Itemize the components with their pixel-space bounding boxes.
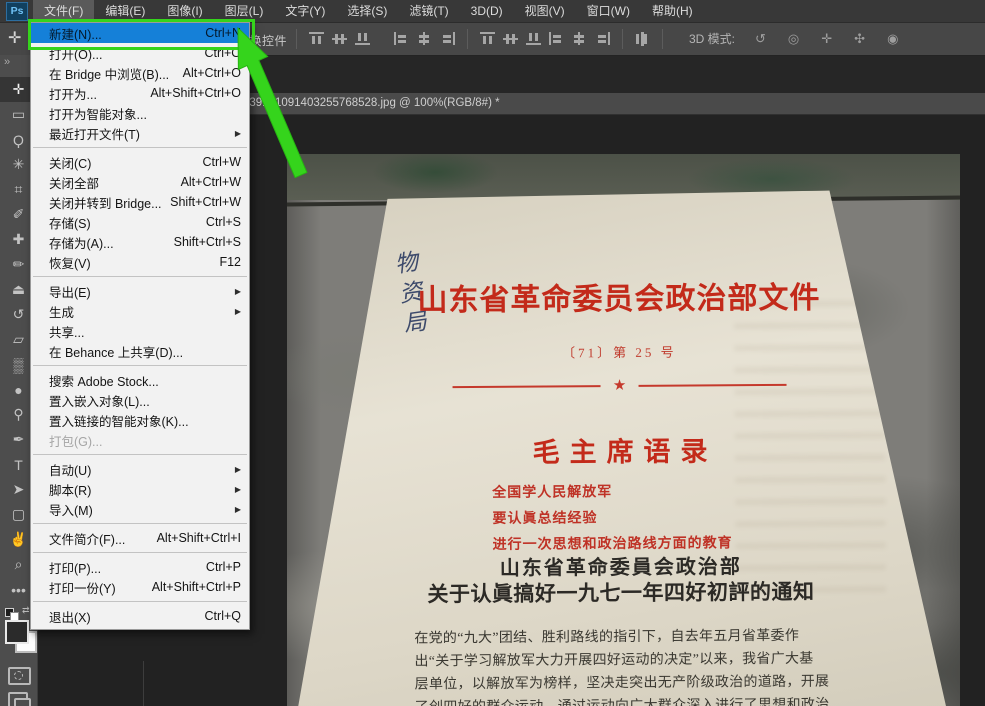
menu-separator[interactable]: ▶ — [33, 276, 247, 277]
options-separator — [296, 29, 297, 49]
document-title: 山东省革命委员会政治部文件 — [294, 272, 944, 321]
photo-image: 物资局 山东省革命委员会政治部文件 〔71〕第 25 号 ★ 毛主席语录 全国学… — [287, 154, 960, 706]
body-text-line: 在党的“九大”团结、胜利路线的指引下，自去年五月省革委作 — [414, 625, 818, 651]
menu-item-browse-in-bridge[interactable]: 在 Bridge 中浏览(B)... Alt+Ctrl+O ▶ — [31, 63, 249, 83]
3d-slide-icon[interactable]: ✣ — [854, 31, 865, 47]
menu-item-automate[interactable]: 自动(U) ▶ — [31, 459, 249, 479]
menu-item-close[interactable]: 关闭(C) Ctrl+W ▶ — [31, 152, 249, 172]
menu-item-open-as[interactable]: 打开为... Alt+Shift+Ctrl+O ▶ — [31, 83, 249, 103]
menu-item-close-and-go-to-bridge[interactable]: 关闭并转到 Bridge... Shift+Ctrl+W ▶ — [31, 192, 249, 212]
menu-separator[interactable]: ▶ — [33, 601, 247, 602]
menu-filter[interactable]: 滤镜(T) — [398, 0, 459, 22]
distribute-vertical-centers-icon[interactable] — [503, 32, 518, 45]
menu-item-share-on-behance[interactable]: 在 Behance 上共享(D)... ▶ — [31, 341, 249, 361]
align-right-edges-icon[interactable] — [440, 32, 455, 45]
swap-colors-icon[interactable]: ⇄ — [22, 605, 30, 616]
menu-item-revert[interactable]: 恢复(V) F12 ▶ — [31, 252, 249, 272]
menu-item-open-as-smart-object[interactable]: 打开为智能对象... ▶ — [31, 103, 249, 123]
3d-roll-icon[interactable]: ◎ — [788, 31, 799, 47]
3d-pan-icon[interactable]: ✛ — [821, 31, 832, 47]
menu-type[interactable]: 文字(Y) — [274, 0, 336, 22]
menu-3d[interactable]: 3D(D) — [460, 0, 514, 22]
align-top-edges-icon[interactable] — [309, 32, 324, 45]
menu-help[interactable]: 帮助(H) — [641, 0, 704, 22]
body-text-line: 了创四好的群众运动。通过运动向广大群众深入进行了思想和政治 — [415, 694, 819, 706]
photoshop-logo: Ps — [6, 2, 28, 21]
menu-item-place-linked[interactable]: 置入链接的智能对象(K)... ▶ — [31, 410, 249, 430]
body-text-line: 出“关于学习解放军大力开展四好运动的决定”以来，我省广大基 — [414, 648, 818, 674]
canvas-divider — [143, 661, 144, 706]
menu-item-search-adobe-stock[interactable]: 搜索 Adobe Stock... ▶ — [31, 370, 249, 390]
menu-view[interactable]: 视图(V) — [514, 0, 576, 22]
distribute-spacing-icon[interactable] — [635, 32, 650, 45]
menu-item-share[interactable]: 共享... ▶ — [31, 321, 249, 341]
file-menu-panel: 新建(N)... Ctrl+N ▶ 打开(O)... Ctrl+O ▶ 在 Br… — [30, 22, 250, 630]
menu-select[interactable]: 选择(S) — [336, 0, 398, 22]
menu-item-print-one-copy[interactable]: 打印一份(Y) Alt+Shift+Ctrl+P ▶ — [31, 577, 249, 597]
document-tab[interactable]: 339141091403255768528.jpg @ 100%(RGB/8#)… — [243, 97, 500, 109]
menu-item-import[interactable]: 导入(M) ▶ — [31, 499, 249, 519]
align-bottom-edges-icon[interactable] — [355, 32, 370, 45]
menu-item-package[interactable]: 打包(G)... ▶ — [31, 430, 249, 450]
body-text: 在党的“九大”团结、胜利路线的指引下，自去年五月省革委作出“关于学习解放军大力开… — [414, 625, 819, 706]
menu-separator[interactable]: ▶ — [33, 147, 247, 148]
quick-mask-mode-button[interactable] — [8, 667, 31, 685]
distribute-top-edges-icon[interactable] — [480, 32, 495, 45]
quote-heading: 毛主席语录 — [295, 428, 945, 472]
align-left-edges-icon[interactable] — [394, 32, 409, 45]
menu-item-place-embedded[interactable]: 置入嵌入对象(L)... ▶ — [31, 390, 249, 410]
3d-mode-label: 3D 模式: — [689, 30, 735, 47]
menu-item-print[interactable]: 打印(P)... Ctrl+P ▶ — [31, 557, 249, 577]
3d-rotate-icon[interactable]: ↺ — [755, 31, 766, 47]
menu-separator[interactable]: ▶ — [33, 454, 247, 455]
move-tool-options-icon: ✛ — [8, 28, 21, 48]
notice-headings: 山东省革命委員会政治部关于认眞搞好一九七一年四好初評的通知 — [296, 554, 946, 610]
foreground-color-swatch[interactable] — [5, 620, 29, 644]
default-colors-icon[interactable]: ⇄ — [5, 608, 31, 620]
screen-mode-button[interactable] — [8, 692, 28, 706]
menu-item-file-info[interactable]: 文件简介(F)... Alt+Shift+Ctrl+I ▶ — [31, 528, 249, 548]
menu-window[interactable]: 窗口(W) — [576, 0, 641, 22]
star-icon: ★ — [613, 376, 627, 395]
body-text-line: 层单位，以解放军为榜样，坚决走突出无产阶级政治的道路，开展 — [415, 671, 819, 697]
photoshop-window: Ps 文件(F) 编辑(E) 图像(I) 图层(L) — [0, 0, 985, 706]
options-separator — [467, 29, 468, 49]
quote-line: 全国学人民解放军 — [492, 479, 732, 507]
menu-item-open-recent[interactable]: 最近打开文件(T) ▶ — [31, 123, 249, 143]
menu-separator[interactable]: ▶ — [33, 365, 247, 366]
align-vertical-centers-icon[interactable] — [332, 32, 347, 45]
distribute-right-edges-icon[interactable] — [595, 32, 610, 45]
menu-item-save[interactable]: 存储(S) Ctrl+S ▶ — [31, 212, 249, 232]
menu-item-generate[interactable]: 生成 ▶ — [31, 301, 249, 321]
submenu-arrow-icon: ▶ — [235, 307, 241, 316]
submenu-arrow-icon: ▶ — [235, 129, 241, 138]
photo-concrete-step — [287, 154, 960, 200]
submenu-arrow-icon: ▶ — [235, 287, 241, 296]
menu-separator[interactable]: ▶ — [33, 552, 247, 553]
notice-heading-line: 关于认眞搞好一九七一年四好初評的通知 — [296, 578, 946, 610]
align-horizontal-centers-icon[interactable] — [417, 32, 432, 45]
menu-item-save-as[interactable]: 存储为(A)... Shift+Ctrl+S ▶ — [31, 232, 249, 252]
quote-lines: 全国学人民解放军要认眞总结经验进行一次思想和政治路线方面的教育 — [492, 479, 733, 559]
quote-line: 要认眞总结经验 — [492, 505, 732, 533]
distribute-bottom-edges-icon[interactable] — [526, 32, 541, 45]
menu-item-export[interactable]: 导出(E) ▶ — [31, 281, 249, 301]
distribute-horizontal-centers-icon[interactable] — [572, 32, 587, 45]
menu-item-scripts[interactable]: 脚本(R) ▶ — [31, 479, 249, 499]
menu-item-close-all[interactable]: 关闭全部 Alt+Ctrl+W ▶ — [31, 172, 249, 192]
menu-item-exit[interactable]: 退出(X) Ctrl+Q ▶ — [31, 606, 249, 626]
annotation-highlight-box — [28, 19, 255, 50]
distribute-left-edges-icon[interactable] — [549, 32, 564, 45]
submenu-arrow-icon: ▶ — [235, 505, 241, 514]
options-separator — [622, 29, 623, 49]
options-separator — [662, 29, 663, 49]
submenu-arrow-icon: ▶ — [235, 465, 241, 474]
submenu-arrow-icon: ▶ — [235, 485, 241, 494]
menu-separator[interactable]: ▶ — [33, 523, 247, 524]
paper-document: 物资局 山东省革命委员会政治部文件 〔71〕第 25 号 ★ 毛主席语录 全国学… — [293, 190, 947, 706]
3d-zoom-icon[interactable]: ◉ — [887, 31, 898, 47]
